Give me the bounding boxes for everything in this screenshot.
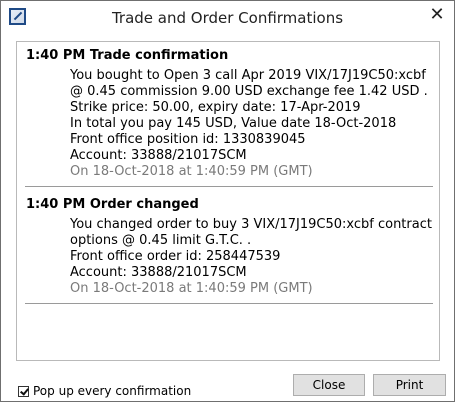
entry-body: You bought to Open 3 call Apr 2019 VIX/1… (17, 68, 439, 180)
confirmations-list[interactable]: 1:40 PM Trade confirmation You bought to… (16, 41, 440, 361)
entry-line: Strike price: 50.00, expiry date: 17-Apr… (70, 100, 361, 115)
confirmations-window: Trade and Order Confirmations ✕ 1:40 PM … (0, 0, 455, 402)
entry-line: In total you pay 145 USD, Value date 18-… (70, 116, 397, 131)
entry-line: You changed order to buy 3 VIX/17J19C50:… (70, 217, 432, 232)
close-icon[interactable]: ✕ (420, 1, 454, 29)
entry-heading: 1:40 PM Order changed (26, 197, 199, 212)
popup-checkbox[interactable] (18, 385, 29, 397)
entry-line: You bought to Open 3 call Apr 2019 VIX/1… (70, 68, 426, 83)
list-item: 1:40 PM Order changed You changed order … (17, 187, 439, 297)
list-item: 1:40 PM Trade confirmation You bought to… (17, 42, 439, 180)
entry-body: You changed order to buy 3 VIX/17J19C50:… (17, 217, 439, 297)
dialog-footer: Pop up every confirmation Close Print (1, 366, 454, 401)
entry-timestamp: On 18-Oct-2018 at 1:40:59 PM (GMT) (70, 281, 313, 296)
title-bar: Trade and Order Confirmations ✕ (1, 1, 454, 35)
popup-every-confirmation-toggle[interactable]: Pop up every confirmation (18, 384, 191, 398)
entry-line: Account: 33888/21017SCM (70, 148, 247, 163)
entry-divider (25, 303, 433, 304)
print-button[interactable]: Print (373, 374, 446, 396)
entry-heading: 1:40 PM Trade confirmation (26, 48, 229, 63)
popup-checkbox-label[interactable]: Pop up every confirmation (33, 384, 191, 398)
entry-line: options @ 0.45 limit G.T.C. . (70, 233, 252, 248)
window-title: Trade and Order Confirmations (111, 9, 344, 27)
entry-timestamp: On 18-Oct-2018 at 1:40:59 PM (GMT) (70, 164, 313, 179)
entry-line: Front office order id: 258447539 (70, 249, 281, 264)
entry-line: Account: 33888/21017SCM (70, 265, 247, 280)
close-button[interactable]: Close (293, 374, 365, 396)
entry-line: @ 0.45 commission 9.00 USD exchange fee … (70, 84, 428, 99)
entry-line: Front office position id: 1330839045 (70, 132, 306, 147)
